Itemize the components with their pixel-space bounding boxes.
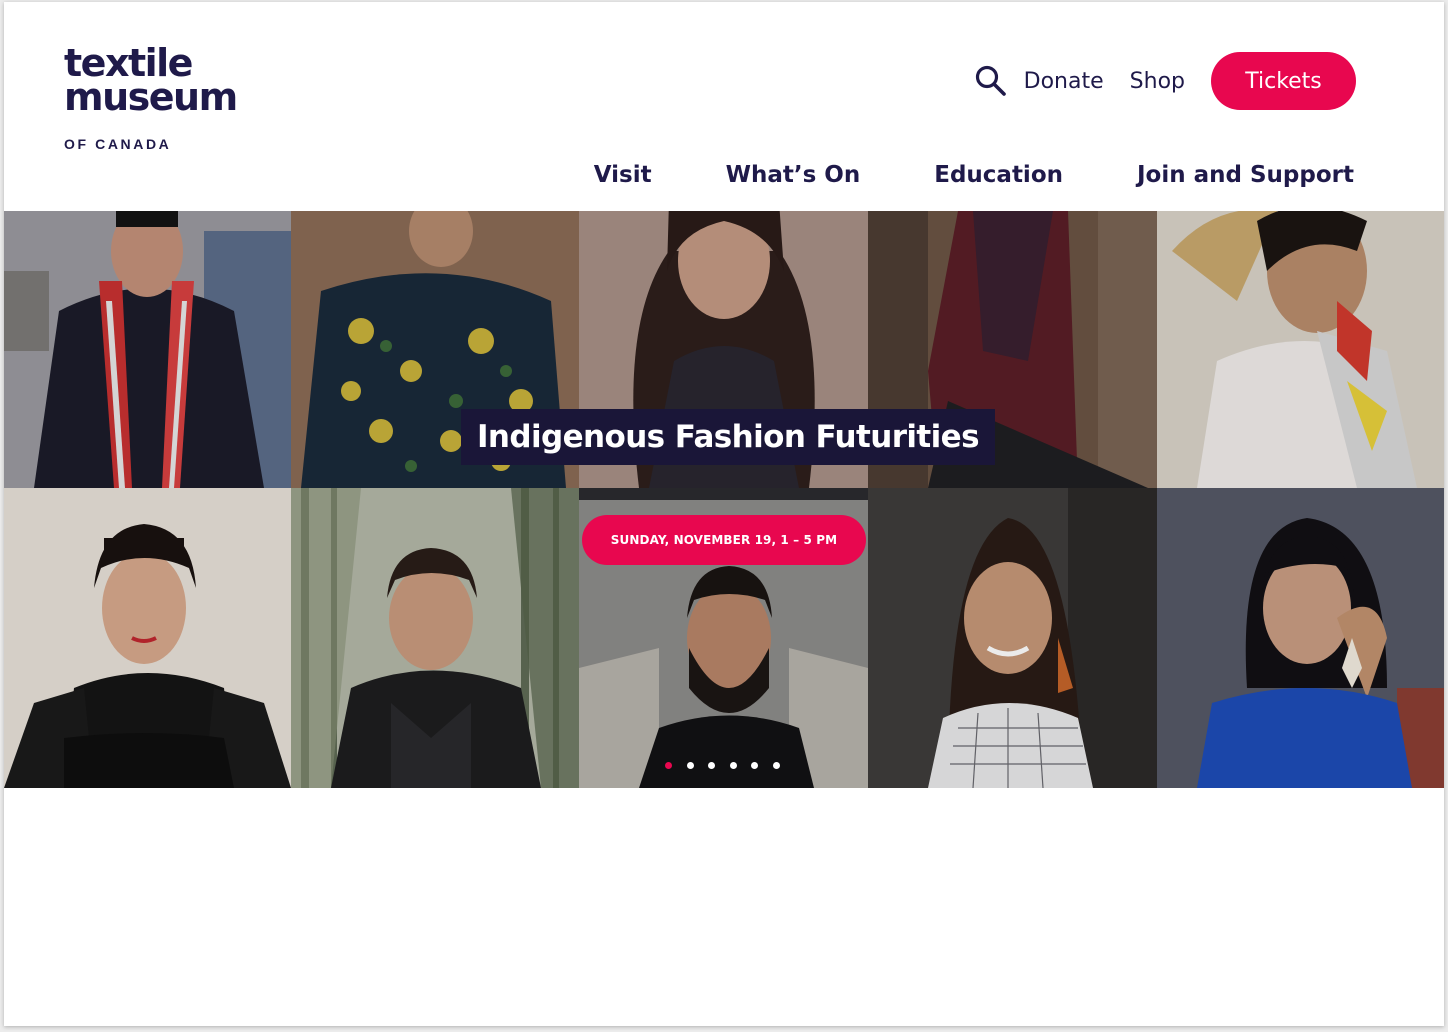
nav-item-visit[interactable]: Visit <box>594 160 652 190</box>
logo-text-museum: museum <box>64 75 238 119</box>
hero-carousel[interactable]: Indigenous Fashion Futurities SUNDAY, NO… <box>4 211 1444 788</box>
shop-link[interactable]: Shop <box>1130 69 1185 94</box>
nav-item-join-and-support[interactable]: Join and Support <box>1137 160 1354 190</box>
portrait-photo <box>1157 211 1444 488</box>
museum-logo[interactable]: textile museum OF CANADA <box>64 44 238 152</box>
nav-item-education[interactable]: Education <box>934 160 1063 190</box>
hero-title[interactable]: Indigenous Fashion Futurities <box>461 409 995 465</box>
portrait-photo <box>4 488 291 788</box>
carousel-dot[interactable] <box>751 762 758 769</box>
hero-portrait-grid <box>4 211 1444 788</box>
carousel-dot[interactable] <box>729 762 737 769</box>
donate-link[interactable]: Donate <box>1024 69 1104 94</box>
event-date-badge: SUNDAY, NOVEMBER 19, 1 – 5 PM <box>582 515 866 565</box>
carousel-pagination <box>665 762 794 769</box>
nav-item-whats-on[interactable]: What’s On <box>726 160 861 190</box>
tickets-button[interactable]: Tickets <box>1211 52 1356 110</box>
portrait-photo <box>291 488 579 788</box>
carousel-dot[interactable] <box>772 762 780 769</box>
page: textile museum OF CANADA Donate Shop Tic… <box>4 2 1444 1026</box>
carousel-dot[interactable] <box>665 762 672 769</box>
utility-nav: Donate Shop Tickets <box>974 52 1356 110</box>
logo-text-of-canada: OF CANADA <box>64 136 172 152</box>
portrait-photo <box>4 211 291 488</box>
search-icon[interactable] <box>974 64 1008 98</box>
site-header: textile museum OF CANADA Donate Shop Tic… <box>4 2 1444 211</box>
portrait-photo <box>1157 488 1444 788</box>
carousel-dot[interactable] <box>708 762 715 769</box>
carousel-dot[interactable] <box>686 762 694 769</box>
main-nav: Visit What’s On Education Join and Suppo… <box>594 160 1354 190</box>
portrait-photo <box>868 488 1157 788</box>
